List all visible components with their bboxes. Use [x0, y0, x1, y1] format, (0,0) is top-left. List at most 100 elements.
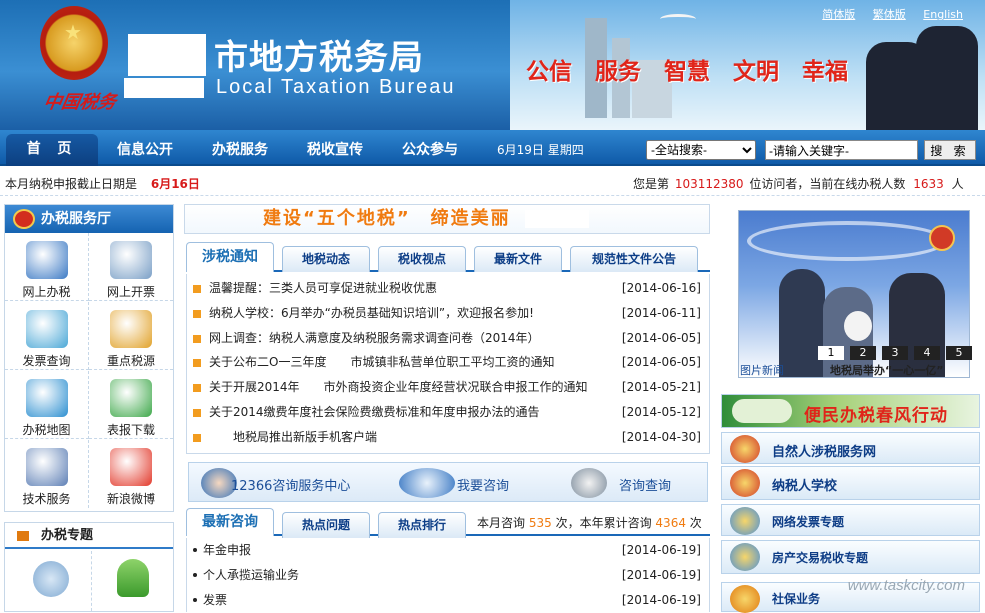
printer-icon [110, 241, 152, 279]
service-tile-label: 网上开票 [89, 283, 173, 300]
service-tile[interactable]: 网上办税 [5, 233, 89, 301]
search-input[interactable] [765, 140, 918, 160]
notice-title[interactable]: 关于公布二O一三年度 市城镇非私营单位职工平均工资的通知 [209, 350, 554, 374]
coins-icon [110, 310, 152, 348]
notice-title[interactable]: 关于开展2014年 市外商投资企业年度经营状况联合申报工作的通知 [209, 375, 588, 399]
nav-info-disclosure[interactable]: 信息公开 [117, 139, 173, 159]
convenience-banner[interactable]: 便民办税春风行动 [721, 394, 980, 428]
notice-title[interactable]: 网上调查：纳税人满意度及纳税服务需求调查问卷（2014年） [209, 326, 540, 350]
service-tile[interactable]: 表报下载 [89, 371, 173, 439]
weibo-icon [110, 448, 152, 486]
photo-news-label[interactable]: 图片新闻 [740, 362, 784, 378]
site-title: 市地方税务局 [214, 30, 424, 79]
tab-tax-views[interactable]: 税收视点 [378, 246, 466, 272]
service-tile-label: 网上办税 [5, 283, 88, 300]
special-topics-header: 办税专题 [5, 523, 173, 549]
lang-simplified-link[interactable]: 简体版 [822, 8, 855, 21]
slide-page-button[interactable]: 1 [818, 346, 844, 360]
redacted-block [124, 78, 204, 98]
service-hall-header: 办税服务厅 [5, 205, 173, 233]
arc-graphic [747, 221, 947, 261]
square-icon [17, 531, 29, 541]
quick-link-item[interactable]: 房产交易税收专题 [721, 540, 980, 574]
notice-row[interactable]: 关于公布二O一三年度 市城镇非私营单位职工平均工资的通知[2014-06-05] [193, 350, 701, 374]
tab-normative-files[interactable]: 规范性文件公告 [570, 246, 698, 272]
service-tile-label: 技术服务 [5, 490, 88, 507]
quick-link-label: 房产交易税收专题 [772, 549, 868, 566]
quick-link-item[interactable]: 自然人涉税服务网 [721, 432, 980, 464]
slide-page-button[interactable]: 2 [850, 346, 876, 360]
notice-date: [2014-06-11] [622, 301, 701, 325]
gear-icon[interactable] [33, 561, 69, 597]
consult-title[interactable]: 个人承揽运输业务 [203, 563, 299, 587]
nav-home[interactable]: 首 页 [6, 134, 98, 166]
slogan-banner: 建设“五个地税” 缔造美丽 [184, 204, 710, 234]
notice-title[interactable]: 关于2014缴费年度社会保险费缴费标准和年度申报办法的通告 [209, 400, 540, 424]
notice-row[interactable]: 网上调查：纳税人满意度及纳税服务需求调查问卷（2014年）[2014-06-05… [193, 326, 701, 350]
notice-row[interactable]: 温馨提醒：三类人员可享促进就业税收优惠[2014-06-16] [193, 276, 701, 300]
dot-bullet-icon [193, 573, 197, 577]
service-tile[interactable]: 网上开票 [89, 233, 173, 301]
service-tile[interactable]: 重点税源 [89, 302, 173, 370]
tab-hot-ranking[interactable]: 热点排行 [378, 512, 466, 538]
lang-traditional-link[interactable]: 繁体版 [873, 8, 906, 21]
notice-row[interactable]: 关于开展2014年 市外商投资企业年度经营状况联合申报工作的通知 [2014-05… [193, 375, 701, 399]
tab-hot-questions[interactable]: 热点问题 [282, 512, 370, 538]
nav-public-participation[interactable]: 公众参与 [402, 139, 458, 159]
language-switcher: 简体版 繁体版 English [808, 6, 963, 22]
quick-link-label: 纳税人学校 [772, 475, 837, 494]
tab-latest-files[interactable]: 最新文件 [474, 246, 562, 272]
deadline-notice: 本月纳税申报截止日期是 6月16日 [5, 175, 200, 192]
photo-caption[interactable]: 地税局举办“一心一亿” [830, 362, 943, 378]
tab-tax-notices[interactable]: 涉税通知 [186, 242, 274, 272]
search-scope-select[interactable]: -全站搜索- [646, 140, 756, 160]
service-tile-label: 发票查询 [5, 352, 88, 369]
dot-bullet-icon [193, 548, 197, 552]
service-tile[interactable]: 技术服务 [5, 440, 89, 508]
service-12366[interactable]: 12366咨询服务中心 [231, 475, 350, 494]
online-suffix: 人 [952, 177, 964, 191]
consult-row[interactable]: 年金申报[2014-06-19] [193, 538, 701, 562]
person-icon[interactable] [117, 559, 149, 597]
consult-row[interactable]: 发票[2014-06-19] [193, 588, 701, 612]
slide-page-button[interactable]: 5 [946, 346, 972, 360]
slide-page-button[interactable]: 4 [914, 346, 940, 360]
nav-tax-publicity[interactable]: 税收宣传 [307, 139, 363, 159]
consult-title[interactable]: 发票 [203, 588, 227, 612]
ball-graphic [844, 311, 872, 341]
consult-title[interactable]: 年金申报 [203, 538, 251, 562]
tax-emblem-icon [730, 435, 760, 463]
service-tile[interactable]: 发票查询 [5, 302, 89, 370]
quick-link-item[interactable]: 网络发票专题 [721, 504, 980, 536]
notice-date: [2014-05-21] [622, 375, 701, 399]
nav-tax-service[interactable]: 办税服务 [212, 139, 268, 159]
service-tile[interactable]: 新浪微博 [89, 440, 173, 508]
search-button[interactable]: 搜 索 [924, 140, 976, 160]
document-icon [730, 543, 760, 571]
tab-latest-consult[interactable]: 最新咨询 [186, 508, 274, 536]
notice-row[interactable]: 地税局推出新版手机客户端[2014-04-30] [193, 425, 701, 449]
tax-emblem-icon [13, 209, 35, 229]
notice-row[interactable]: 关于2014缴费年度社会保险费缴费标准和年度申报办法的通告[2014-05-12… [193, 400, 701, 424]
slide-page-button[interactable]: 3 [882, 346, 908, 360]
stat-month-label: 本月咨询 [477, 516, 525, 530]
square-icon [730, 585, 760, 613]
query-consult-link[interactable]: 咨询查询 [619, 475, 671, 494]
invoice-query-icon [26, 310, 68, 348]
lang-english-link[interactable]: English [923, 8, 963, 21]
service-tile[interactable]: 办税地图 [5, 371, 89, 439]
notice-title[interactable]: 纳税人学校：6月举办“办税员基础知识培训”，欢迎报名参加! [209, 301, 534, 325]
quick-link-item[interactable]: 纳税人学校 [721, 466, 980, 500]
notice-row[interactable]: 纳税人学校：6月举办“办税员基础知识培训”，欢迎报名参加! [2014-06-11… [193, 301, 701, 325]
tab-tax-news[interactable]: 地税动态 [282, 246, 370, 272]
notice-title[interactable]: 温馨提醒：三类人员可享促进就业税收优惠 [209, 276, 437, 300]
quick-link-label: 社保业务 [772, 590, 820, 607]
notice-title[interactable]: 地税局推出新版手机客户端 [209, 425, 377, 449]
consult-row[interactable]: 个人承揽运输业务[2014-06-19] [193, 563, 701, 587]
stat-mid-text: 次，本年累计咨询 [556, 516, 652, 530]
visitor-prefix: 您是第 [633, 177, 669, 191]
special-topics-panel: 办税专题 [4, 522, 174, 612]
site-header: ★ 中国税务 市地方税务局 Local Taxation Bureau 公信 服… [0, 0, 985, 130]
visitor-text: 位访问者，当前在线办税人数 [749, 177, 905, 191]
ask-question-link[interactable]: 我要咨询 [457, 475, 509, 494]
